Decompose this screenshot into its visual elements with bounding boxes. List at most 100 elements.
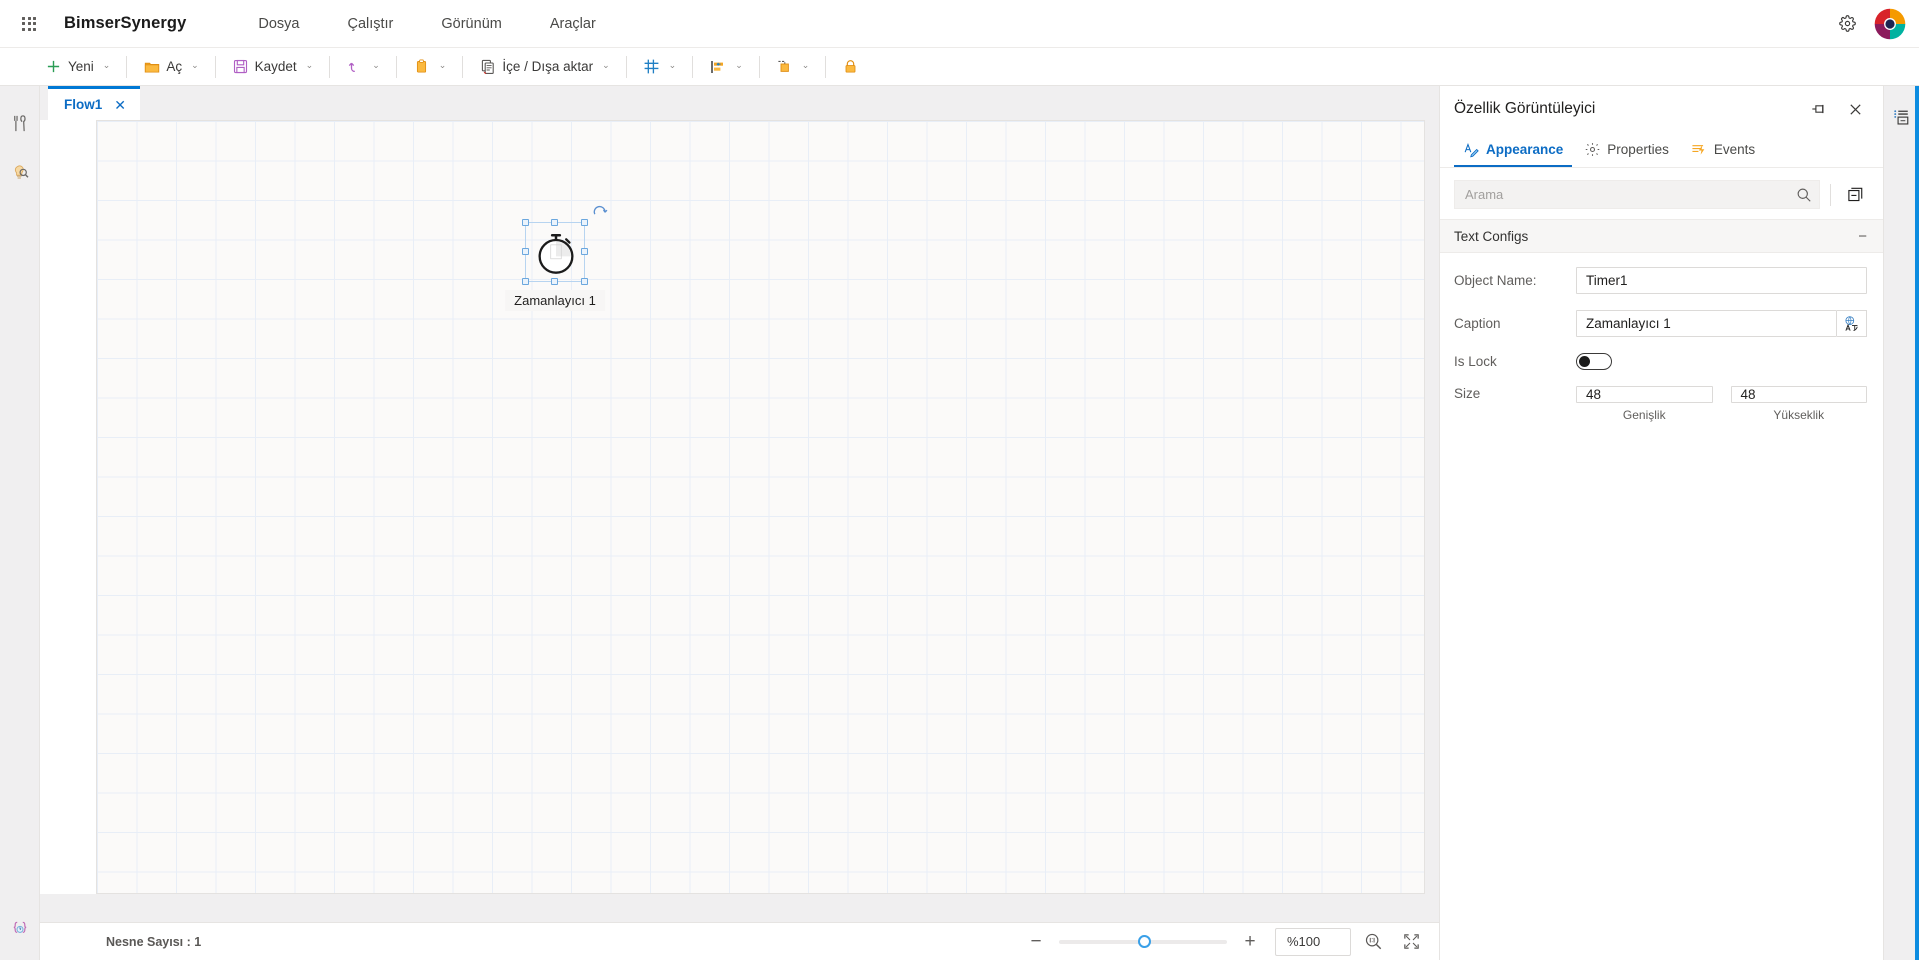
properties-panel-toggle[interactable] (1887, 102, 1917, 132)
search-box[interactable] (1454, 180, 1820, 209)
menu-item-calistir[interactable]: Çalıştır (323, 10, 417, 38)
zoom-out-button[interactable]: − (1021, 927, 1051, 957)
workspace: Flow1 ✕ Zamanlayıcı 1 Nesne Sayısı: 1 −… (0, 86, 1919, 960)
close-icon (1849, 103, 1861, 115)
chevron-down-icon[interactable]: ⌄ (439, 61, 447, 70)
zoom-value-input[interactable]: %100 (1275, 927, 1351, 956)
toolbar-divider (625, 55, 627, 78)
sidebar-item-script[interactable] (5, 914, 35, 944)
size-height-input[interactable]: 48 (1730, 386, 1867, 403)
lock-button[interactable] (835, 53, 866, 81)
grid-icon (643, 58, 660, 75)
chevron-down-icon[interactable]: ⌄ (372, 61, 380, 70)
stopwatch-timer-icon (538, 234, 574, 274)
chevron-down-icon[interactable]: ⌄ (306, 61, 314, 70)
chevron-down-icon[interactable]: ⌄ (602, 61, 610, 70)
resize-handle-bottom-left[interactable] (522, 278, 529, 285)
tools-icon (14, 114, 26, 131)
tab-flow1[interactable]: Flow1 ✕ (48, 86, 140, 120)
resize-handle-middle-right[interactable] (581, 248, 588, 255)
appearance-pen-icon (1464, 142, 1479, 157)
properties-panel: Özellik Görüntüleyici Appearance Propert… (1439, 86, 1883, 960)
panel-header-actions (1807, 97, 1867, 121)
menu-item-araclar[interactable]: Araçlar (526, 10, 620, 38)
resize-handle-top-left[interactable] (522, 219, 529, 226)
section-header-text-configs[interactable]: Text Configs − (1440, 219, 1883, 253)
panel-search-row (1440, 168, 1883, 219)
object-count-label: Nesne Sayısı : 1 (106, 934, 202, 949)
canvas-left-gutter (40, 120, 96, 894)
grid-button[interactable]: ⌄ (636, 53, 684, 81)
chevron-down-icon[interactable]: ⌄ (802, 61, 810, 70)
search-button[interactable] (1789, 181, 1819, 208)
bring-forward-icon (776, 58, 793, 75)
brand-title: BimserSynergy (64, 14, 187, 32)
tab-properties[interactable]: Properties (1574, 132, 1680, 167)
open-button[interactable]: Aç ⌄ (136, 53, 205, 81)
chevron-down-icon[interactable]: ⌄ (669, 61, 677, 70)
sidebar-item-inspect[interactable] (5, 158, 35, 188)
object-name-input[interactable]: Timer1 (1576, 267, 1867, 294)
code-braces-icon (13, 921, 26, 933)
canvas-widget-timer[interactable]: Zamanlayıcı 1 (505, 205, 608, 311)
save-button[interactable]: Kaydet ⌄ (225, 53, 321, 81)
section-collapse-toggle[interactable]: − (1858, 229, 1867, 244)
right-rail (1883, 86, 1919, 960)
resize-handle-top-right[interactable] (581, 219, 588, 226)
menu-item-dosya[interactable]: Dosya (234, 10, 323, 38)
zoom-slider-thumb[interactable] (1137, 935, 1151, 948)
user-avatar-logo[interactable] (1873, 7, 1907, 41)
rotate-icon[interactable] (592, 203, 608, 219)
top-bar: BimserSynergy Dosya Çalıştır Görünüm Ara… (0, 0, 1919, 48)
sidebar-item-toolbox[interactable] (5, 108, 35, 138)
properties-list-icon (1894, 109, 1909, 125)
new-button[interactable]: Yeni ⌄ (38, 53, 117, 81)
tab-events[interactable]: Events (1680, 132, 1766, 167)
resize-handle-bottom-right[interactable] (581, 278, 588, 285)
chevron-down-icon[interactable]: ⌄ (103, 61, 111, 70)
collapse-all-button[interactable] (1841, 181, 1869, 209)
pin-icon (1812, 104, 1824, 114)
size-width-input[interactable]: 48 (1576, 386, 1713, 403)
chevron-down-icon[interactable]: ⌄ (191, 61, 199, 70)
align-button[interactable]: ⌄ (702, 53, 750, 81)
import-export-button[interactable]: İçe / Dışa aktar ⌄ (472, 53, 616, 81)
open-button-label: Aç (166, 59, 183, 74)
paste-button[interactable]: ⌄ (406, 53, 454, 81)
toolbar-divider (825, 55, 827, 78)
search-input[interactable] (1455, 187, 1789, 202)
zoom-in-button[interactable]: + (1235, 927, 1265, 957)
align-left-icon (709, 58, 726, 75)
chevron-down-icon[interactable]: ⌄ (735, 61, 743, 70)
undo-button[interactable]: ⌄ (339, 53, 387, 81)
design-canvas[interactable]: Zamanlayıcı 1 (96, 120, 1425, 894)
resize-handle-top-center[interactable] (551, 219, 558, 226)
fit-to-screen-button[interactable] (1395, 927, 1427, 957)
search-icon (1797, 188, 1811, 202)
plus-icon (45, 58, 62, 75)
resize-handle-middle-left[interactable] (522, 248, 529, 255)
undo-icon (346, 58, 363, 75)
arrange-button[interactable]: ⌄ (769, 53, 817, 81)
close-panel-button[interactable] (1843, 97, 1867, 121)
settings-button[interactable] (1831, 8, 1863, 40)
menu-item-gorunum[interactable]: Görünüm (417, 10, 525, 38)
zoom-actual-size-button[interactable] (1357, 927, 1389, 957)
pin-panel-button[interactable] (1807, 97, 1831, 121)
zoom-slider[interactable] (1059, 927, 1227, 957)
toolbar-divider (214, 55, 216, 78)
document-tabstrip: Flow1 ✕ (40, 86, 1439, 120)
field-row-caption: Caption Zamanlayıcı 1 (1454, 310, 1867, 337)
caption-input[interactable]: Zamanlayıcı 1 (1576, 310, 1837, 337)
close-icon[interactable]: ✕ (114, 98, 126, 112)
app-launcher-button[interactable] (12, 7, 46, 41)
selection-box (522, 205, 608, 285)
is-lock-toggle[interactable] (1576, 353, 1612, 370)
new-button-label: Yeni (68, 59, 94, 74)
object-name-label: Object Name: (1454, 273, 1537, 288)
resize-handle-bottom-center[interactable] (551, 278, 558, 285)
caption-translate-button[interactable] (1837, 310, 1867, 337)
tab-appearance[interactable]: Appearance (1452, 132, 1574, 167)
canvas-wrapper: Zamanlayıcı 1 (40, 120, 1439, 922)
main-toolbar: Yeni ⌄ Aç ⌄ Kaydet ⌄ ⌄ ⌄ İçe / Dışa akta… (0, 48, 1919, 86)
